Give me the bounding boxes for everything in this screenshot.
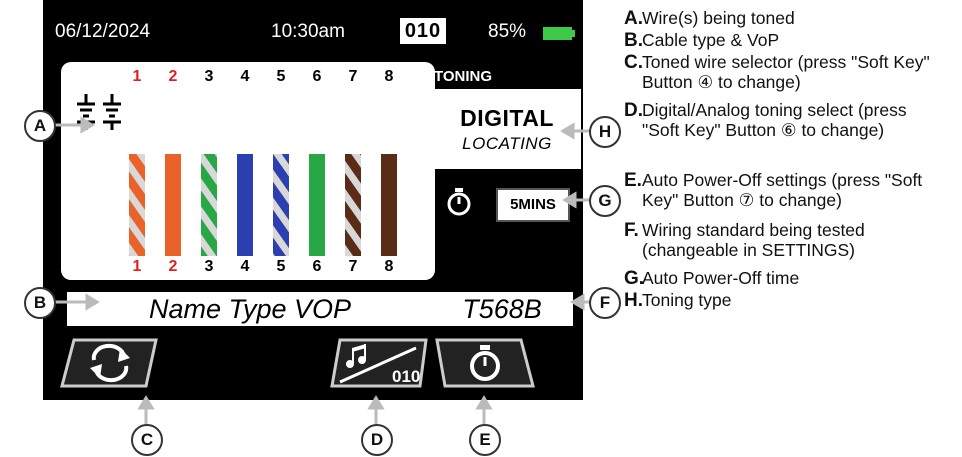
legend-text: Wiring standard being tested (changeable…: [642, 220, 865, 260]
legend-item: B. Cable type & VoP: [624, 30, 779, 51]
legend-letter: E.: [624, 170, 642, 191]
legend-letter: C.: [624, 52, 643, 73]
callout-g: G: [589, 185, 621, 217]
callout-c: C: [131, 424, 163, 456]
legend-text: Digital/Analog toning select (press "Sof…: [642, 100, 907, 140]
legend-letter: B.: [624, 30, 643, 51]
legend-text: Auto Power-Off time: [642, 268, 800, 288]
legend-letter: H.: [624, 290, 643, 311]
callout-e: E: [469, 424, 501, 456]
callout-f: F: [589, 287, 621, 319]
callout-d: D: [361, 424, 393, 456]
legend-text: Toned wire selector (press "Soft Key" Bu…: [642, 52, 930, 92]
legend-item: G. Auto Power-Off time: [624, 268, 799, 289]
legend-text: Auto Power-Off settings (press "Soft Key…: [642, 170, 923, 210]
legend-letter: D.: [624, 100, 643, 121]
legend-letter: A.: [624, 8, 643, 29]
legend-item: E. Auto Power-Off settings (press "Soft K…: [624, 170, 922, 210]
callout-b: B: [24, 287, 56, 319]
legend-text: Cable type & VoP: [642, 30, 780, 50]
legend-item: A. Wire(s) being toned: [624, 8, 795, 29]
legend-text: Wire(s) being toned: [642, 8, 795, 28]
legend-item: H. Toning type: [624, 290, 732, 311]
legend-text: Toning type: [642, 290, 732, 310]
legend-item: F. Wiring standard being tested (changeab…: [624, 220, 865, 260]
legend-letter: F.: [624, 220, 639, 241]
legend-item: D. Digital/Analog toning select (press "S…: [624, 100, 907, 140]
callout-h: H: [589, 116, 621, 148]
legend-item: C. Toned wire selector (press "Soft Key" …: [624, 52, 930, 92]
callout-a: A: [24, 110, 56, 142]
legend-letter: G.: [624, 268, 645, 289]
